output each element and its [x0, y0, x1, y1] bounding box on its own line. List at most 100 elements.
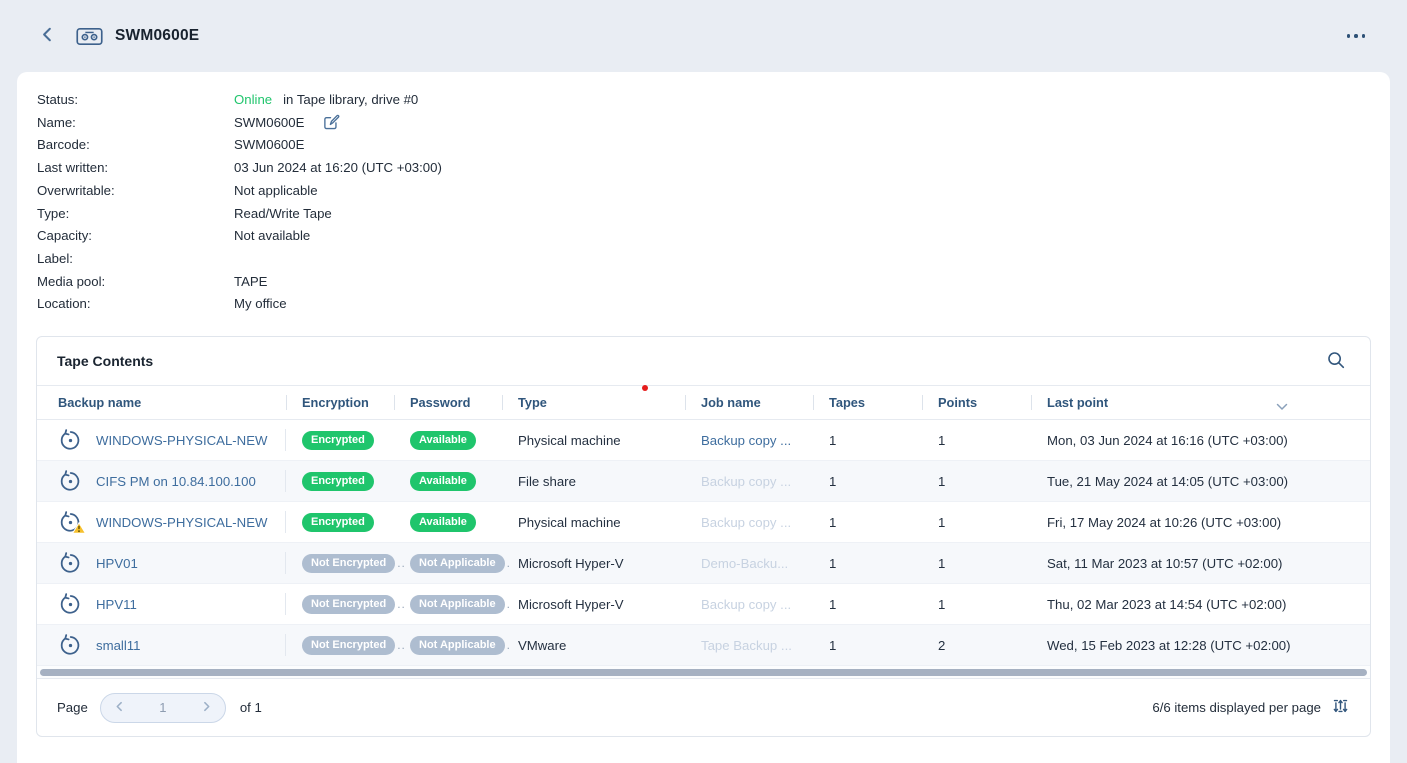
- points-cell: 2: [922, 625, 1031, 665]
- detail-row-capacity: Capacity: Not available: [37, 225, 1390, 248]
- backup-name-link[interactable]: CIFS PM on 10.84.100.100: [96, 474, 256, 489]
- column-header-type[interactable]: Type: [502, 386, 685, 419]
- detail-label: Type:: [37, 203, 234, 226]
- table-row[interactable]: WINDOWS-PHYSICAL-NEW Encrypted Available…: [37, 420, 1370, 461]
- search-icon: [1326, 350, 1346, 373]
- current-page: 1: [159, 700, 166, 715]
- detail-row-barcode: Barcode: SWM0600E: [37, 134, 1390, 157]
- detail-label: Overwritable:: [37, 180, 234, 203]
- job-name-link[interactable]: Backup copy ...: [701, 433, 791, 448]
- type-cell: Microsoft Hyper-V: [502, 543, 685, 583]
- job-name-link[interactable]: Backup copy ...: [701, 597, 791, 612]
- column-header-password[interactable]: Password: [394, 386, 502, 419]
- display-settings-icon: [1333, 698, 1348, 717]
- last-point-cell: Fri, 17 May 2024 at 10:26 (UTC +03:00): [1031, 502, 1370, 542]
- detail-label: Status:: [37, 89, 234, 112]
- encryption-badge: Not Encrypted: [302, 554, 395, 573]
- encryption-badge: Not Encrypted: [302, 595, 395, 614]
- detail-row-last-written: Last written: 03 Jun 2024 at 16:20 (UTC …: [37, 157, 1390, 180]
- detail-label: Media pool:: [37, 271, 234, 294]
- items-per-page-info: 6/6 items displayed per page: [1152, 700, 1321, 715]
- type-cell: Physical machine: [502, 502, 685, 542]
- detail-row-name: Name: SWM0600E: [37, 112, 1390, 135]
- table-row[interactable]: small11 Not Encrypted.. Not Applicable. …: [37, 625, 1370, 666]
- backup-name-link[interactable]: small11: [96, 638, 140, 653]
- points-cell: 1: [922, 584, 1031, 624]
- detail-row-label: Label:: [37, 248, 1390, 271]
- points-cell: 1: [922, 543, 1031, 583]
- table-row[interactable]: WINDOWS-PHYSICAL-NEW Encrypted Available…: [37, 502, 1370, 543]
- type-cell: Microsoft Hyper-V: [502, 584, 685, 624]
- edit-name-button[interactable]: [322, 113, 340, 134]
- scrollbar-thumb[interactable]: [40, 669, 1367, 676]
- table-row[interactable]: HPV11 Not Encrypted.. Not Applicable. Mi…: [37, 584, 1370, 625]
- detail-row-status: Status: Online in Tape library, drive #0: [37, 89, 1390, 112]
- last-point-cell: Sat, 11 Mar 2023 at 10:57 (UTC +02:00): [1031, 543, 1370, 583]
- chevron-right-icon: [201, 700, 212, 715]
- chevron-left-icon: [114, 700, 125, 715]
- column-header-tapes[interactable]: Tapes: [813, 386, 922, 419]
- display-settings-button[interactable]: [1331, 696, 1350, 719]
- search-button[interactable]: [1322, 346, 1350, 377]
- overwritable-value: Not applicable: [234, 180, 318, 203]
- backup-name-link[interactable]: HPV01: [96, 556, 138, 571]
- detail-label: Capacity:: [37, 225, 234, 248]
- column-header-encryption[interactable]: Encryption: [286, 386, 394, 419]
- column-header-job-name[interactable]: Job name: [685, 386, 813, 419]
- capacity-value: Not available: [234, 225, 310, 248]
- detail-row-media-pool: Media pool: TAPE: [37, 271, 1390, 294]
- page-of-label: of 1: [240, 700, 262, 715]
- recovery-point-icon: [58, 633, 82, 657]
- horizontal-scrollbar[interactable]: [37, 666, 1370, 679]
- type-cell: File share: [502, 461, 685, 501]
- detail-row-location: Location: My office: [37, 293, 1390, 316]
- top-bar: SWM0600E: [0, 0, 1407, 72]
- table-row[interactable]: CIFS PM on 10.84.100.100 Encrypted Avail…: [37, 461, 1370, 502]
- password-badge: Not Applicable: [410, 636, 505, 655]
- last-written-value: 03 Jun 2024 at 16:20 (UTC +03:00): [234, 157, 442, 180]
- job-name-link[interactable]: Backup copy ...: [701, 474, 791, 489]
- encryption-badge: Not Encrypted: [302, 636, 395, 655]
- column-header-points[interactable]: Points: [922, 386, 1031, 419]
- location-value: My office: [234, 293, 287, 316]
- tapes-cell: 1: [813, 461, 922, 501]
- warning-triangle-icon: [72, 522, 86, 537]
- table-row[interactable]: HPV01 Not Encrypted.. Not Applicable. Mi…: [37, 543, 1370, 584]
- job-name-link[interactable]: Demo-Backu...: [701, 556, 788, 571]
- details-section: Status: Online in Tape library, drive #0…: [17, 72, 1390, 316]
- name-value: SWM0600E: [234, 112, 304, 135]
- password-badge: Available: [410, 513, 476, 532]
- backup-name-link[interactable]: WINDOWS-PHYSICAL-NEW: [96, 433, 267, 448]
- ellipsis-menu-button[interactable]: [1341, 28, 1372, 44]
- detail-row-type: Type: Read/Write Tape: [37, 203, 1390, 226]
- table-footer: Page 1 of 1 6/6 items: [37, 679, 1370, 736]
- recovery-point-icon: [58, 510, 82, 534]
- recovery-point-icon: [58, 428, 82, 452]
- prev-page-button[interactable]: [112, 698, 127, 717]
- card-title: Tape Contents: [57, 353, 153, 369]
- backup-name-link[interactable]: HPV11: [96, 597, 137, 612]
- chevron-down-icon[interactable]: [1276, 399, 1288, 414]
- password-badge: Not Applicable: [410, 554, 505, 573]
- backup-name-link[interactable]: WINDOWS-PHYSICAL-NEW: [96, 515, 267, 530]
- column-header-last-point[interactable]: Last point: [1031, 386, 1370, 419]
- chevron-left-icon: [39, 26, 56, 46]
- detail-row-overwritable: Overwritable: Not applicable: [37, 180, 1390, 203]
- main-panel: Status: Online in Tape library, drive #0…: [17, 72, 1390, 763]
- column-header-backup-name[interactable]: Backup name: [37, 386, 286, 419]
- next-page-button[interactable]: [199, 698, 214, 717]
- last-point-cell: Mon, 03 Jun 2024 at 16:16 (UTC +03:00): [1031, 420, 1370, 460]
- tapes-cell: 1: [813, 420, 922, 460]
- password-badge: Available: [410, 431, 476, 450]
- job-name-link[interactable]: Backup copy ...: [701, 515, 791, 530]
- detail-label: Barcode:: [37, 134, 234, 157]
- edit-pencil-icon: [322, 113, 340, 134]
- card-header: Tape Contents: [37, 337, 1370, 386]
- detail-label: Name:: [37, 112, 234, 135]
- recovery-point-icon: [58, 592, 82, 616]
- back-button[interactable]: [34, 23, 60, 49]
- job-name-link[interactable]: Tape Backup ...: [701, 638, 792, 653]
- detail-label: Location:: [37, 293, 234, 316]
- status-value: Online: [234, 89, 272, 112]
- encryption-badge: Encrypted: [302, 513, 374, 532]
